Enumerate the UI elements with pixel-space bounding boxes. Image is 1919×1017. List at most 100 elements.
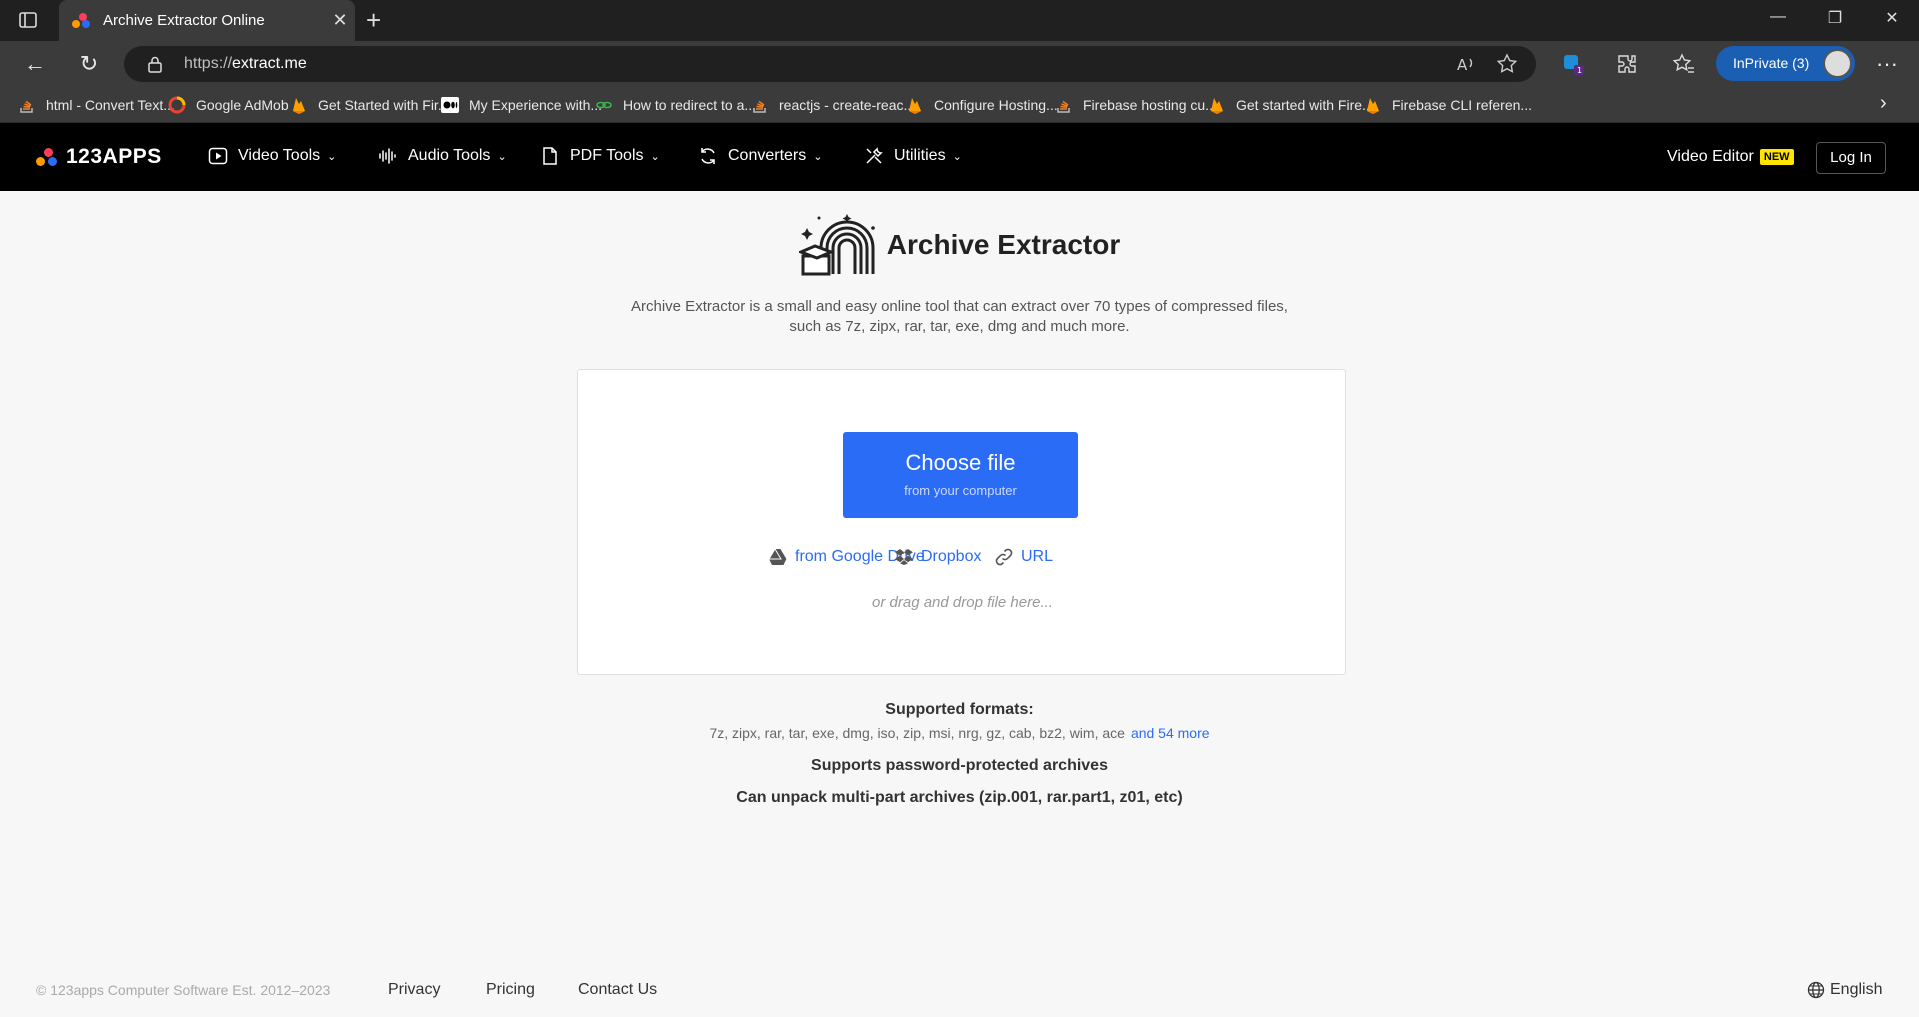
menu-label: PDF Tools bbox=[570, 147, 644, 164]
page-description: Archive Extractor is a small and easy on… bbox=[0, 297, 1919, 337]
language-label: English bbox=[1830, 981, 1883, 998]
menu-pdf-tools[interactable]: PDF Tools ⌄ bbox=[540, 146, 660, 166]
favorite-add-icon[interactable] bbox=[1496, 53, 1518, 75]
stackoverflow-icon bbox=[751, 96, 769, 114]
url-text[interactable]: https://extract.me bbox=[184, 55, 307, 73]
minimize-icon[interactable]: — bbox=[1763, 8, 1793, 26]
dropbox-icon bbox=[895, 549, 913, 565]
footer-contact-link[interactable]: Contact Us bbox=[578, 981, 657, 999]
bookmark-label: html - Convert Text... bbox=[46, 97, 175, 113]
browser-toolbar: ← ↻ https://extract.me A 1 InPrivate (3)… bbox=[0, 41, 1919, 87]
bookmark-label: Firebase CLI referen... bbox=[1392, 97, 1533, 113]
url-scheme: https:// bbox=[184, 55, 233, 72]
link-icon bbox=[595, 96, 613, 114]
firebase-icon bbox=[906, 96, 924, 114]
tab-actions-icon[interactable] bbox=[18, 10, 38, 30]
bookmark-item[interactable]: reactjs - create-reac... bbox=[751, 93, 915, 117]
footer-privacy-link[interactable]: Privacy bbox=[388, 981, 440, 999]
url-link[interactable]: URL bbox=[995, 548, 1053, 566]
tab-close-icon[interactable]: ✕ bbox=[325, 10, 355, 31]
menu-label: Converters bbox=[728, 147, 807, 164]
description-line: Archive Extractor is a small and easy on… bbox=[631, 298, 1288, 315]
video-editor-link[interactable]: Video Editor NEW bbox=[1667, 148, 1794, 166]
site-logo[interactable]: 123APPS bbox=[36, 145, 162, 169]
choose-file-button[interactable]: Choose file from your computer bbox=[843, 432, 1078, 518]
firebase-icon bbox=[290, 96, 308, 114]
favorites-icon[interactable] bbox=[1672, 52, 1696, 76]
inprivate-label: InPrivate (3) bbox=[1733, 55, 1810, 71]
converters-icon bbox=[701, 148, 715, 164]
description-line: such as 7z, zipx, rar, tar, exe, dmg and… bbox=[789, 318, 1130, 335]
extensions-icon[interactable] bbox=[1615, 52, 1639, 76]
page-hero: Archive Extractor bbox=[0, 212, 1919, 278]
new-tab-icon[interactable]: + bbox=[366, 6, 381, 34]
medium-icon bbox=[441, 96, 459, 114]
chevron-down-icon: ⌄ bbox=[327, 150, 337, 163]
feature-password-protected: Supports password-protected archives bbox=[811, 757, 1108, 774]
bookmark-item[interactable]: Get Started with Fir... bbox=[290, 93, 450, 117]
menu-video-tools[interactable]: Video Tools ⌄ bbox=[208, 146, 336, 166]
bookmark-item[interactable]: Get started with Fire... bbox=[1208, 93, 1374, 117]
bookmark-item[interactable]: html - Convert Text... bbox=[18, 93, 175, 117]
google-drive-icon bbox=[769, 549, 787, 565]
bookmark-label: Get Started with Fir... bbox=[318, 97, 450, 113]
firebase-icon bbox=[1208, 96, 1226, 114]
menu-label: Audio Tools bbox=[408, 147, 491, 164]
menu-converters[interactable]: Converters ⌄ bbox=[698, 146, 822, 166]
more-formats-link[interactable]: and 54 more bbox=[1131, 725, 1210, 741]
menu-label: Utilities bbox=[894, 147, 946, 164]
drag-drop-hint: or drag and drop file here... bbox=[872, 594, 1053, 611]
chevron-down-icon: ⌄ bbox=[650, 150, 660, 163]
bookmark-label: Configure Hosting... bbox=[934, 97, 1058, 113]
read-aloud-icon[interactable]: A bbox=[1455, 53, 1477, 75]
menu-utilities[interactable]: Utilities ⌄ bbox=[864, 146, 962, 166]
feature-multipart: Can unpack multi-part archives (zip.001,… bbox=[736, 789, 1183, 806]
bookmarks-bar: html - Convert Text... Google AdMob Get … bbox=[0, 87, 1919, 123]
bookmark-item[interactable]: My Experience with... bbox=[441, 93, 602, 117]
url-domain: extract.me bbox=[232, 55, 307, 72]
bookmark-item[interactable]: Google AdMob bbox=[168, 93, 289, 117]
footer-copyright: © 123apps Computer Software Est. 2012–20… bbox=[36, 982, 331, 998]
new-badge: NEW bbox=[1759, 149, 1794, 165]
bookmark-label: Firebase hosting cu... bbox=[1083, 97, 1217, 113]
bookmark-item[interactable]: Firebase hosting cu... bbox=[1055, 93, 1217, 117]
site-header: 123APPS Video Tools ⌄ Audio Tools ⌄ PDF To… bbox=[0, 123, 1919, 191]
restore-icon[interactable]: ❐ bbox=[1820, 8, 1850, 28]
bookmark-label: My Experience with... bbox=[469, 97, 603, 113]
bookmark-label: How to redirect to a... bbox=[623, 97, 757, 113]
bookmarks-overflow-icon[interactable]: › bbox=[1880, 92, 1887, 115]
upload-card[interactable]: Choose file from your computer from Goog… bbox=[577, 369, 1346, 675]
bookmark-item[interactable]: How to redirect to a... bbox=[595, 93, 756, 117]
chevron-down-icon: ⌄ bbox=[952, 150, 962, 163]
supported-formats-list: 7z, zipx, rar, tar, exe, dmg, iso, zip, … bbox=[0, 725, 1919, 741]
dropbox-link[interactable]: Dropbox bbox=[895, 548, 981, 566]
lock-icon[interactable] bbox=[146, 55, 164, 73]
dropbox-label: Dropbox bbox=[921, 548, 982, 565]
bookmark-label: Google AdMob bbox=[196, 97, 289, 113]
stackoverflow-icon bbox=[18, 96, 36, 114]
window-close-icon[interactable]: ✕ bbox=[1877, 8, 1907, 28]
language-selector[interactable]: English bbox=[1807, 981, 1882, 999]
123apps-favicon-icon bbox=[71, 11, 91, 31]
menu-audio-tools[interactable]: Audio Tools ⌄ bbox=[378, 146, 507, 166]
browser-tab-active[interactable]: Archive Extractor Online ✕ bbox=[59, 0, 355, 41]
tab-title: Archive Extractor Online bbox=[103, 12, 265, 29]
link-chain-icon bbox=[995, 548, 1013, 566]
firebase-icon bbox=[1364, 96, 1382, 114]
bookmark-item[interactable]: Firebase CLI referen... bbox=[1364, 93, 1532, 117]
login-button[interactable]: Log In bbox=[1816, 142, 1886, 174]
archive-extractor-logo-icon bbox=[798, 214, 875, 276]
utilities-icon bbox=[866, 147, 883, 164]
extension-badge-icon[interactable]: 1 bbox=[1561, 52, 1585, 76]
footer-pricing-link[interactable]: Pricing bbox=[486, 981, 535, 999]
svg-text:1: 1 bbox=[1577, 66, 1582, 75]
formats-text: 7z, zipx, rar, tar, exe, dmg, iso, zip, … bbox=[709, 725, 1125, 741]
address-bar[interactable]: https://extract.me A bbox=[124, 46, 1536, 82]
inprivate-button[interactable]: InPrivate (3) bbox=[1716, 46, 1855, 81]
admob-icon bbox=[168, 96, 186, 114]
more-options-icon[interactable]: ··· bbox=[1872, 51, 1902, 77]
refresh-icon[interactable]: ↻ bbox=[74, 49, 104, 79]
video-icon bbox=[208, 147, 228, 165]
bookmark-item[interactable]: Configure Hosting... bbox=[906, 93, 1058, 117]
back-icon[interactable]: ← bbox=[20, 49, 50, 79]
